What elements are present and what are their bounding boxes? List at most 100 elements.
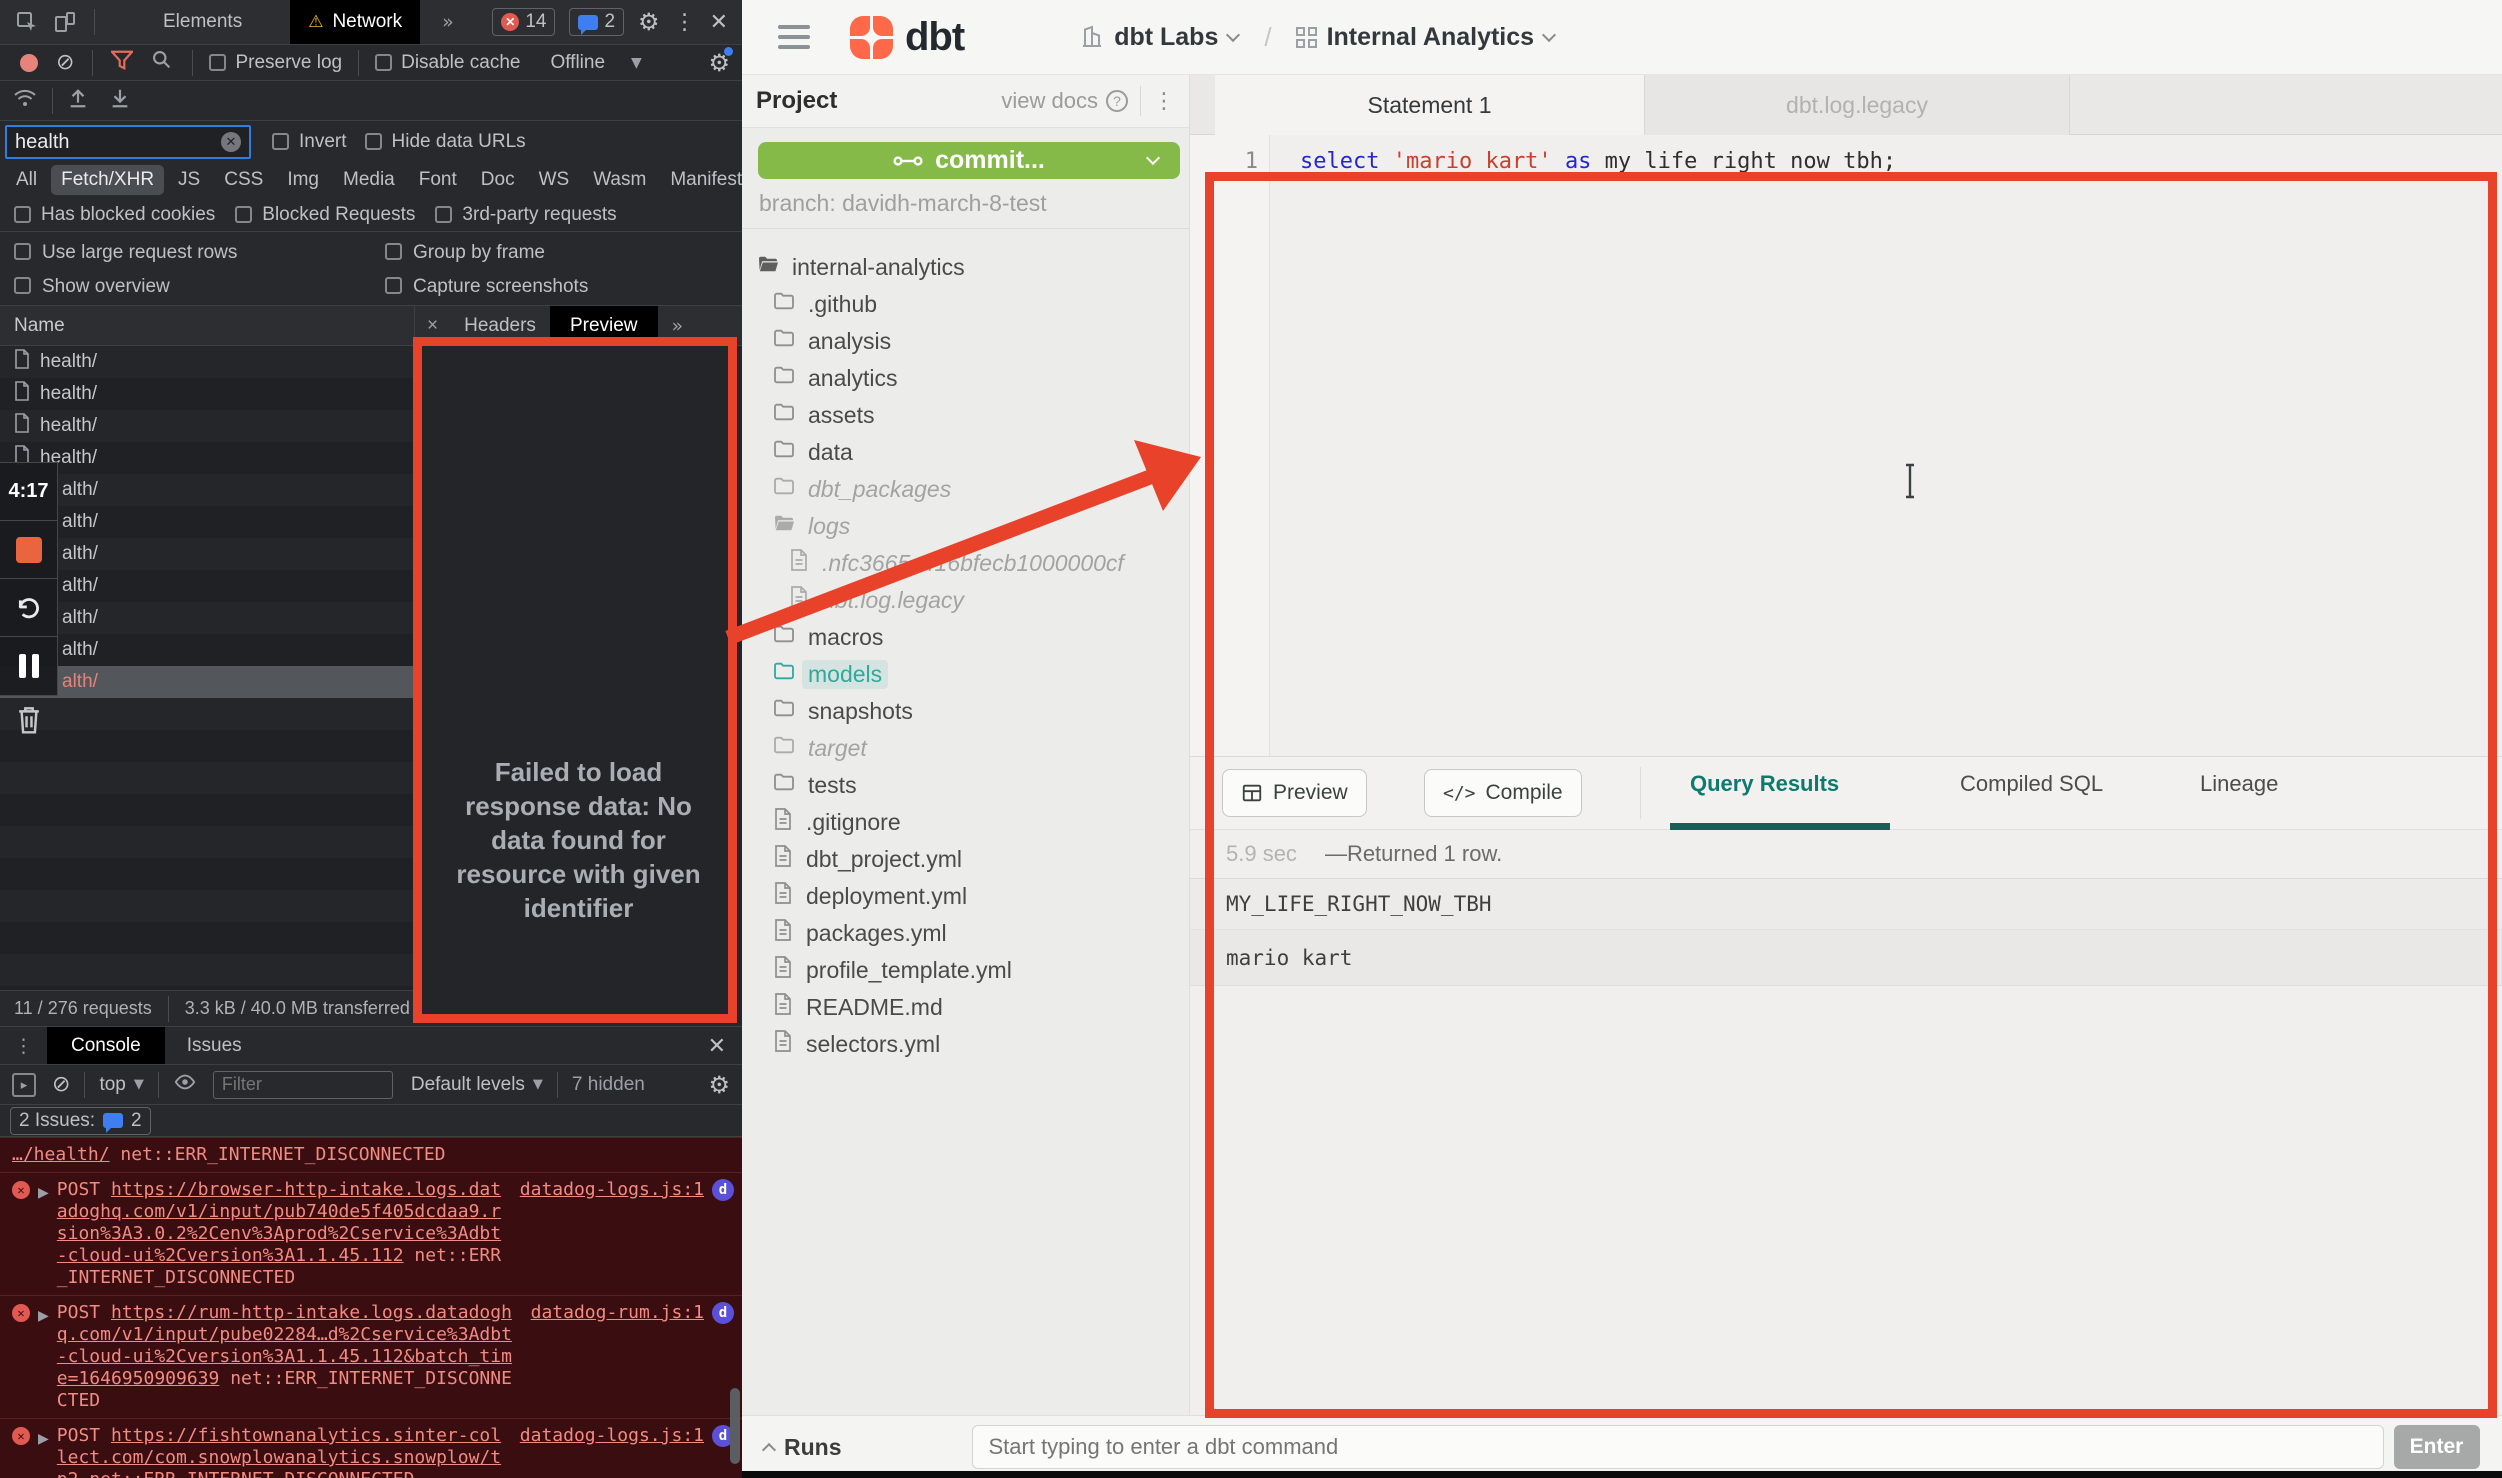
request-row[interactable]: alth/ — [0, 538, 415, 570]
file-tree-item-dbt-packages[interactable]: dbt_packages — [772, 472, 951, 506]
pause-recording-button[interactable] — [0, 637, 57, 695]
clear-network-log-icon[interactable]: ⊘ — [56, 50, 74, 75]
error-log-row[interactable]: ✕▶POST https://browser-http-intake.logs.… — [0, 1172, 742, 1295]
console-context-select[interactable]: top — [99, 1074, 125, 1096]
request-row[interactable]: alth/ — [0, 570, 415, 602]
network-conditions-icon[interactable] — [12, 86, 38, 116]
preserve-log-checkbox[interactable] — [209, 54, 226, 71]
type-filter-doc[interactable]: Doc — [471, 165, 525, 195]
clear-console-icon[interactable]: ⊘ — [52, 1072, 70, 1097]
type-filter-img[interactable]: Img — [277, 165, 329, 195]
view-docs-link[interactable]: view docs ? — [1001, 88, 1128, 114]
group-by-frame-checkbox[interactable] — [385, 243, 402, 260]
settings-gear-icon[interactable]: ⚙ — [638, 8, 660, 36]
file-tree-item-readme-md[interactable]: README.md — [772, 990, 943, 1024]
file-tree-item-tests[interactable]: tests — [772, 768, 857, 802]
throttling-select[interactable]: Offline — [550, 52, 605, 74]
device-toolbar-icon[interactable] — [46, 10, 84, 34]
hamburger-menu-icon[interactable] — [778, 25, 810, 49]
commit-button[interactable]: commit... — [758, 142, 1180, 179]
sql-editor[interactable]: 1 select 'mario kart' as my_life_right_n… — [1190, 135, 2502, 756]
kebab-menu-icon[interactable]: ⋮ — [674, 10, 696, 35]
log-levels-select[interactable]: Default levels — [411, 1074, 525, 1096]
tab-preview[interactable]: Preview — [550, 306, 658, 345]
invert-checkbox[interactable] — [272, 133, 289, 150]
request-row[interactable]: alth/ — [0, 602, 415, 634]
source-link[interactable]: datadog-logs.js:1 — [520, 1179, 704, 1201]
project-switcher[interactable]: Internal Analytics — [1296, 23, 1554, 52]
console-filter-input[interactable] — [213, 1071, 393, 1099]
file-tree-item--github[interactable]: .github — [772, 287, 877, 321]
file-tree-item-macros[interactable]: macros — [772, 620, 883, 654]
type-filter-ws[interactable]: WS — [529, 165, 580, 195]
request-row[interactable]: alth/ — [0, 634, 415, 666]
stop-recording-button[interactable] — [0, 521, 57, 579]
drawer-menu-icon[interactable]: ⋮ — [14, 1035, 33, 1057]
record-network-log-button[interactable] — [20, 54, 38, 72]
type-filter-css[interactable]: CSS — [214, 165, 273, 195]
sidebar-kebab-icon[interactable]: ⋮ — [1153, 89, 1175, 114]
live-expression-eye-icon[interactable] — [173, 1071, 197, 1099]
blocked-requests-checkbox[interactable] — [235, 206, 252, 223]
results-tab-compiled-sql[interactable]: Compiled SQL — [1960, 771, 2103, 797]
type-filter-fetch-xhr[interactable]: Fetch/XHR — [51, 165, 164, 195]
error-link[interactable]: …/health/ — [12, 1144, 110, 1165]
filter-funnel-icon[interactable] — [111, 50, 133, 76]
tab-console[interactable]: Console — [47, 1027, 165, 1064]
more-tabs-icon[interactable]: » — [442, 11, 454, 33]
tab-issues[interactable]: Issues — [165, 1035, 264, 1057]
preview-button[interactable]: Preview — [1222, 769, 1367, 817]
close-drawer-icon[interactable]: ✕ — [708, 1033, 726, 1059]
restart-recording-button[interactable] — [0, 579, 57, 637]
hide-data-urls-checkbox[interactable] — [365, 133, 382, 150]
has-blocked-cookies-checkbox[interactable] — [14, 206, 31, 223]
request-row[interactable]: alth/ — [0, 506, 415, 538]
issues-badge[interactable]: 2 — [569, 8, 624, 36]
expand-caret-icon[interactable]: ▶ — [38, 1428, 49, 1450]
type-filter-manifest[interactable]: Manifest — [660, 165, 742, 195]
results-tab-query-results[interactable]: Query Results — [1690, 771, 1839, 797]
request-row[interactable]: health/ — [0, 410, 415, 442]
source-link[interactable]: datadog-rum.js:1 — [531, 1302, 704, 1324]
delete-recording-trash-icon[interactable] — [14, 704, 44, 742]
commit-dropdown-chevron[interactable] — [1146, 151, 1160, 165]
inspect-element-icon[interactable] — [8, 10, 46, 34]
request-row[interactable]: health/ — [0, 442, 415, 474]
results-tab-lineage[interactable]: Lineage — [2200, 771, 2278, 797]
tab-elements[interactable]: Elements — [145, 0, 260, 44]
file-tree-item-deployment-yml[interactable]: deployment.yml — [772, 879, 967, 913]
request-row[interactable]: health/ — [0, 378, 415, 410]
dbt-command-input[interactable] — [972, 1425, 2384, 1469]
file-tree-item-dbt-project-yml[interactable]: dbt_project.yml — [772, 842, 962, 876]
error-log-row[interactable]: ✕▶POST https://fishtownanalytics.sinter-… — [0, 1418, 742, 1478]
results-data-row[interactable]: mario kart — [1190, 930, 2502, 986]
import-har-icon[interactable] — [67, 87, 89, 115]
type-filter-media[interactable]: Media — [333, 165, 405, 195]
enter-button[interactable]: Enter — [2394, 1425, 2480, 1469]
use-large-request-rows-checkbox[interactable] — [14, 243, 31, 260]
request-row[interactable]: alth/ — [0, 666, 415, 698]
type-filter-wasm[interactable]: Wasm — [583, 165, 656, 195]
disable-cache-checkbox[interactable] — [375, 54, 392, 71]
network-filter-input[interactable] — [15, 131, 221, 154]
request-row[interactable]: alth/ — [0, 474, 415, 506]
file-tree-item-internal-analytics[interactable]: internal-analytics — [756, 250, 965, 284]
tab-headers[interactable]: Headers — [450, 315, 550, 337]
type-filter-all[interactable]: All — [6, 165, 47, 195]
network-conditions-gear-icon[interactable]: ⚙ — [708, 49, 730, 77]
file-tree-item-target[interactable]: target — [772, 731, 867, 765]
editor-tab-dbt-log-legacy[interactable]: dbt.log.legacy — [1645, 75, 2070, 135]
show-overview-checkbox[interactable] — [14, 277, 31, 294]
third-party-requests-checkbox[interactable] — [435, 206, 452, 223]
console-settings-gear-icon[interactable]: ⚙ — [708, 1071, 730, 1099]
search-icon[interactable] — [151, 49, 172, 76]
type-filter-font[interactable]: Font — [409, 165, 467, 195]
throttling-caret-icon[interactable]: ▼ — [631, 55, 642, 71]
file-tree-item-dbt-log-legacy[interactable]: dbt.log.legacy — [788, 583, 964, 617]
source-link[interactable]: datadog-logs.js:1 — [520, 1425, 704, 1447]
issues-counter[interactable]: 2 Issues: 2 — [10, 1107, 151, 1135]
tab-network[interactable]: ⚠ Network — [290, 0, 420, 44]
file-tree-item-profile-template-yml[interactable]: profile_template.yml — [772, 953, 1012, 987]
close-detail-pane-icon[interactable]: × — [427, 315, 438, 337]
expand-caret-icon[interactable]: ▶ — [38, 1182, 49, 1204]
